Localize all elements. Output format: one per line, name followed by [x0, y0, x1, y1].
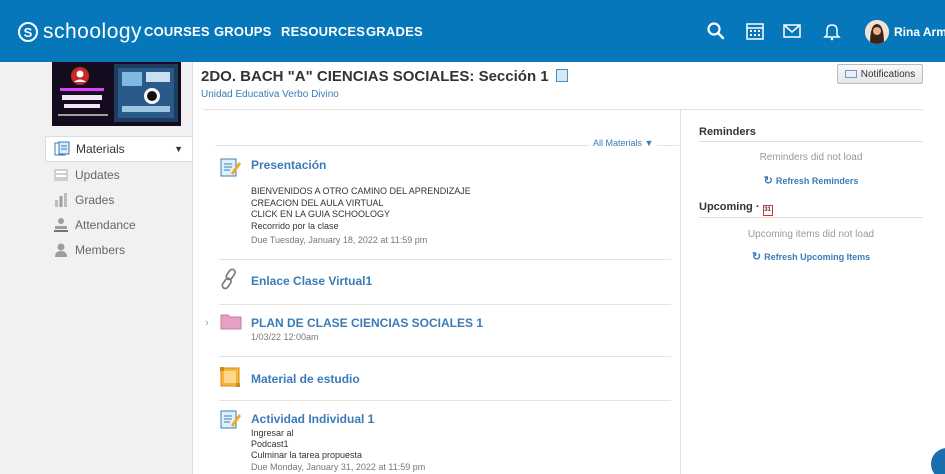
materials-icon	[54, 141, 70, 156]
notifications-label: Notifications	[860, 68, 916, 80]
sidebar-item-attendance[interactable]: Attendance	[45, 212, 193, 237]
list-item[interactable]: Enlace Clase Virtual1	[219, 268, 671, 298]
due-date: Due Monday, January 31, 2022 at 11:59 pm	[251, 462, 426, 472]
list-item[interactable]: Material de estudio	[219, 366, 671, 396]
grades-icon	[55, 192, 67, 207]
sidebar-item-label: Members	[75, 242, 126, 257]
material-text: BIENVENIDOS A OTRO CAMINO DEL APRENDIZAJ…	[251, 186, 471, 196]
material-text: Culminar la tarea propuesta	[251, 450, 363, 460]
user-photo-icon	[865, 20, 889, 44]
nav-resources[interactable]: RESOURCES	[281, 24, 365, 39]
main-panel: 2DO. BACH "A" CIENCIAS SOCIALES: Sección…	[192, 62, 945, 474]
list-item[interactable]: Actividad Individual 1 Ingresar al Podca…	[219, 408, 671, 474]
sidebar-item-updates[interactable]: Updates	[45, 162, 193, 187]
sidebar-item-materials[interactable]: Materials ▼	[45, 136, 193, 162]
sidebar-item-label: Updates	[75, 167, 120, 182]
material-text: CREACION DEL AULA VIRTUAL	[251, 197, 384, 208]
material-title[interactable]: Presentación	[251, 158, 326, 172]
nav-groups[interactable]: GROUPS	[214, 24, 272, 39]
updates-icon	[54, 168, 68, 181]
material-text: CLICK EN LA GUIA SCHOOLOGY	[251, 209, 391, 219]
page-icon	[220, 367, 240, 387]
search-icon[interactable]	[705, 20, 727, 42]
course-sidebar: Materials ▼ Updates Grades Attendance Me…	[45, 136, 193, 262]
material-title[interactable]: Material de estudio	[251, 372, 360, 386]
divider	[219, 259, 671, 260]
schoology-logo[interactable]: S schoology	[18, 20, 142, 44]
upcoming-heading: Upcoming ·	[699, 201, 760, 213]
material-text: Podcast1	[251, 439, 289, 449]
sidebar-item-label: Grades	[75, 192, 115, 207]
divider	[699, 217, 923, 218]
course-title-text: 2DO. BACH "A" CIENCIAS SOCIALES: Sección…	[201, 68, 549, 85]
caret-down-icon: ▼	[644, 138, 654, 148]
material-title[interactable]: Actividad Individual 1	[251, 412, 374, 426]
sidebar-item-grades[interactable]: Grades	[45, 187, 193, 212]
course-book-icon	[555, 69, 568, 82]
refresh-upcoming-link[interactable]: ↻ Refresh Upcoming Items	[699, 250, 923, 263]
sidebar-item-label: Materials	[76, 142, 125, 156]
material-title[interactable]: PLAN DE CLASE CIENCIAS SOCIALES 1	[251, 316, 483, 330]
folder-icon	[220, 314, 242, 330]
link-icon	[221, 268, 236, 290]
avatar[interactable]	[865, 20, 889, 44]
notifications-button[interactable]: Notifications	[837, 64, 923, 84]
materials-list: All Materials ▼ Presentación BIENVENIDOS…	[203, 110, 681, 474]
sidebar-item-label: Attendance	[75, 217, 136, 232]
bell-icon[interactable]	[821, 20, 843, 42]
refresh-icon: ↻	[763, 175, 773, 187]
calendar-icon[interactable]: 31	[762, 205, 773, 216]
nav-grades[interactable]: GRADES	[366, 24, 423, 39]
assignment-icon	[220, 410, 241, 429]
mail-icon[interactable]	[781, 20, 803, 42]
refresh-reminders-link[interactable]: ↻ Refresh Reminders	[699, 174, 923, 187]
expand-chevron-icon[interactable]: ›	[205, 317, 209, 329]
upcoming-heading-row: Upcoming · 31	[699, 201, 773, 216]
logo-text: schoology	[43, 20, 143, 43]
chevron-down-icon[interactable]: ▼	[174, 144, 183, 154]
course-banner-image	[52, 62, 181, 126]
divider	[219, 400, 671, 401]
envelope-icon	[844, 70, 857, 78]
page-title: 2DO. BACH "A" CIENCIAS SOCIALES: Sección…	[201, 68, 568, 85]
top-navigation-bar: S schoology COURSES GROUPS RESOURCES GRA…	[0, 0, 945, 62]
course-profile-image[interactable]	[52, 62, 181, 126]
divider	[219, 304, 671, 305]
list-item[interactable]: Presentación BIENVENIDOS A OTRO CAMINO D…	[219, 156, 671, 256]
members-icon	[55, 243, 67, 257]
nav-courses[interactable]: COURSES	[144, 24, 210, 39]
assignment-icon	[220, 158, 241, 177]
list-item[interactable]: › PLAN DE CLASE CIENCIAS SOCIALES 1 1/03…	[205, 310, 671, 352]
reminders-heading: Reminders	[699, 126, 756, 138]
user-name[interactable]: Rina Armij	[894, 25, 945, 39]
material-date: 1/03/22 12:00am	[251, 332, 319, 342]
divider	[219, 356, 671, 357]
logo-mark: S	[18, 22, 38, 42]
refresh-icon: ↻	[751, 251, 762, 263]
calendar-icon[interactable]	[744, 20, 766, 42]
material-text: Recorrido por la clase	[251, 220, 339, 231]
attendance-icon	[54, 217, 68, 232]
divider	[699, 141, 923, 142]
due-date: Due Tuesday, January 18, 2022 at 11:59 p…	[251, 235, 428, 245]
refresh-upcoming-label: Refresh Upcoming Items	[764, 252, 871, 262]
all-materials-filter[interactable]: All Materials ▼	[589, 138, 658, 148]
upcoming-message: Upcoming items did not load	[747, 229, 875, 240]
filter-label: All Materials	[593, 138, 643, 148]
school-link[interactable]: Unidad Educativa Verbo Divino	[201, 89, 339, 100]
material-title[interactable]: Enlace Clase Virtual1	[251, 274, 372, 288]
refresh-reminders-label: Refresh Reminders	[775, 176, 859, 186]
sidebar-item-members[interactable]: Members	[45, 237, 193, 262]
reminders-message: Reminders did not load	[759, 152, 863, 163]
material-text: Ingresar al	[251, 428, 294, 438]
